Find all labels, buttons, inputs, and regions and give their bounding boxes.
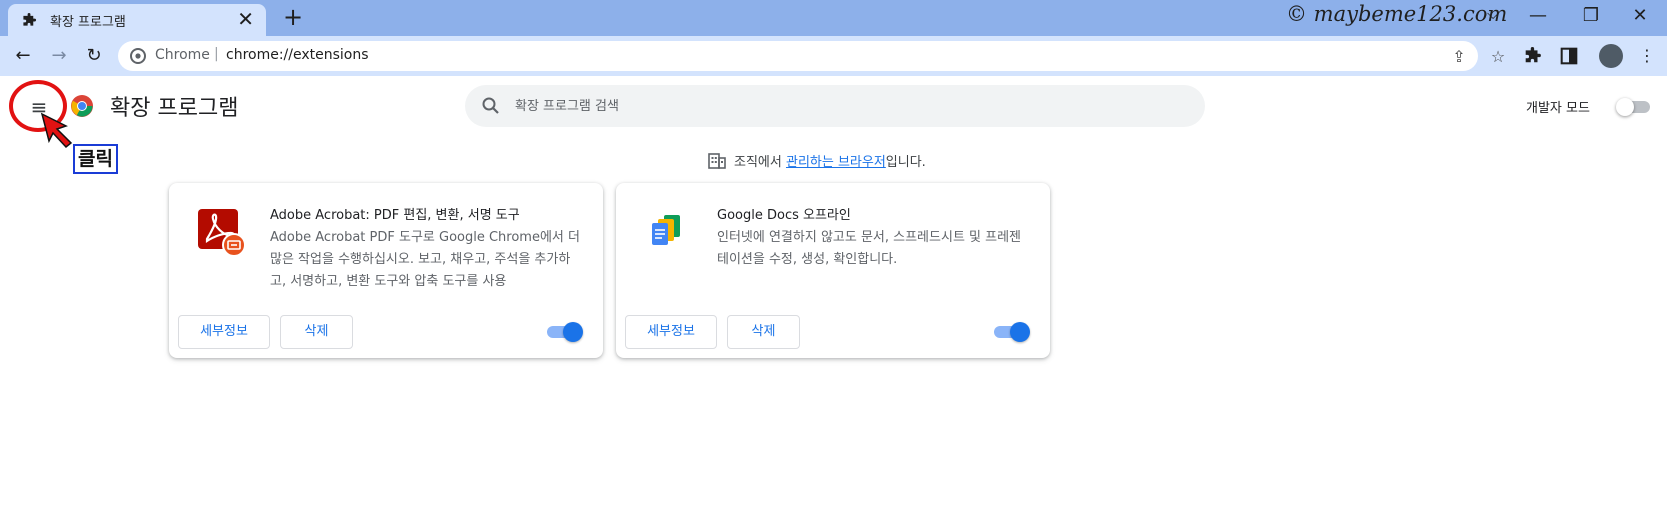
search-input[interactable] xyxy=(515,95,1175,117)
restore-button[interactable]: ❐ xyxy=(1568,2,1614,32)
managed-prefix: 조직에서 xyxy=(734,155,786,170)
search-icon xyxy=(482,97,499,114)
toggle-knob xyxy=(1010,322,1030,342)
extension-enable-toggle[interactable] xyxy=(547,322,583,342)
url-separator: | xyxy=(214,46,219,62)
tab-title: 확장 프로그램 xyxy=(50,15,126,30)
adobe-acrobat-icon xyxy=(198,209,246,257)
managed-browser-notice: 조직에서 관리하는 브라우저입니다. xyxy=(708,151,926,170)
url-text[interactable]: chrome://extensions xyxy=(226,47,369,63)
new-tab-button[interactable]: + xyxy=(283,3,303,31)
address-bar[interactable]: Chrome | chrome://extensions ⇪ ☆ xyxy=(118,41,1505,71)
back-button[interactable]: ← xyxy=(9,42,37,70)
chrome-site-icon xyxy=(130,48,146,64)
tab-extensions[interactable]: 확장 프로그램 ✕ xyxy=(8,4,266,36)
puzzle-icon xyxy=(23,13,37,26)
developer-mode-toggle[interactable] xyxy=(1616,98,1652,116)
chrome-logo-icon xyxy=(71,95,93,117)
remove-button[interactable]: 삭제 xyxy=(727,315,800,349)
managed-suffix: 입니다. xyxy=(885,155,926,170)
extension-name: Adobe Acrobat: PDF 편집, 변환, 서명 도구 xyxy=(270,208,520,223)
account-watermark: © maybeme123.com xyxy=(1286,2,1508,26)
extension-name: Google Docs 오프라인 xyxy=(717,208,851,223)
close-window-button[interactable]: ✕ xyxy=(1617,2,1663,32)
building-icon xyxy=(708,153,726,169)
extension-card-google-docs-offline: Google Docs 오프라인 인터넷에 연결하지 않고도 문서, 스프레드시… xyxy=(616,183,1050,358)
bookmark-star-icon[interactable]: ☆ xyxy=(1487,47,1509,67)
google-docs-icon xyxy=(652,215,680,245)
toggle-knob xyxy=(563,322,583,342)
tab-close-icon[interactable]: ✕ xyxy=(237,8,254,30)
chevron-down-icon[interactable]: ⌵ xyxy=(1487,4,1499,24)
extension-enable-toggle[interactable] xyxy=(994,322,1030,342)
tab-strip: 확장 프로그램 ✕ + © maybeme123.com ⌵ — ❐ ✕ xyxy=(0,0,1667,36)
more-menu-icon[interactable]: ⋮ xyxy=(1635,44,1659,68)
extension-description: 인터넷에 연결하지 않고도 문서, 스프레드시트 및 프레젠테이션을 수정, 생… xyxy=(717,230,1022,267)
managed-browser-link[interactable]: 관리하는 브라우저 xyxy=(786,155,886,170)
reload-button[interactable]: ↻ xyxy=(80,42,108,70)
side-panel-icon[interactable] xyxy=(1560,47,1578,65)
extensions-puzzle-icon[interactable] xyxy=(1524,47,1542,65)
page-title: 확장 프로그램 xyxy=(110,96,239,121)
forward-button[interactable]: → xyxy=(45,42,73,70)
extension-description: Adobe Acrobat PDF 도구로 Google Chrome에서 더 … xyxy=(270,230,580,289)
extension-search[interactable] xyxy=(465,85,1205,127)
profile-avatar[interactable] xyxy=(1599,44,1623,68)
toggle-knob xyxy=(1616,98,1634,116)
minimize-button[interactable]: — xyxy=(1515,2,1561,32)
remove-button[interactable]: 삭제 xyxy=(280,315,353,349)
details-button[interactable]: 세부정보 xyxy=(178,315,270,349)
annotation-label: 클릭 xyxy=(73,144,118,174)
main-menu-icon[interactable]: ≡ xyxy=(22,90,56,124)
developer-mode-label: 개발자 모드 xyxy=(1526,101,1590,116)
extension-card-adobe-acrobat: Adobe Acrobat: PDF 편집, 변환, 서명 도구 Adobe A… xyxy=(169,183,603,358)
share-icon[interactable]: ⇪ xyxy=(1448,47,1470,67)
toolbar: ← → ↻ Chrome | chrome://extensions ⇪ ☆ ⋮ xyxy=(0,36,1667,76)
details-button[interactable]: 세부정보 xyxy=(625,315,717,349)
url-scheme: Chrome xyxy=(155,47,210,63)
